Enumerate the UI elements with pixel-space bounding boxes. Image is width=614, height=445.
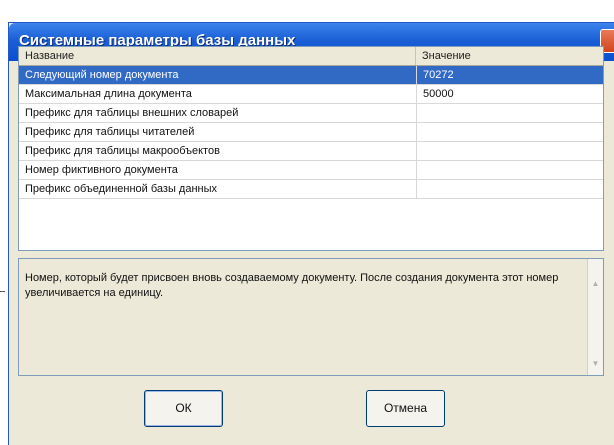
- row-name: Префикс для таблицы макрообъектов: [25, 145, 220, 157]
- table-row-fictive-doc-number[interactable]: Номер фиктивного документа: [19, 161, 603, 180]
- column-header-name[interactable]: Название: [19, 47, 416, 65]
- table-row-readers-prefix[interactable]: Префикс для таблицы читателей: [19, 123, 603, 142]
- table-row-external-dict-prefix[interactable]: Префикс для таблицы внешних словарей: [19, 104, 603, 123]
- parameters-grid: Название Значение Следующий номер докуме…: [18, 46, 604, 251]
- description-panel: Номер, который будет присвоен вновь созд…: [18, 258, 604, 376]
- row-value[interactable]: [416, 104, 603, 122]
- row-name: Максимальная длина документа: [25, 88, 192, 100]
- ok-button[interactable]: ОК: [144, 390, 223, 427]
- row-name: Префикс для таблицы читателей: [25, 126, 195, 138]
- cancel-button[interactable]: Отмена: [366, 390, 445, 427]
- table-row-macroobjects-prefix[interactable]: Префикс для таблицы макрообъектов: [19, 142, 603, 161]
- scroll-down-arrow-icon[interactable]: ▼: [589, 357, 602, 371]
- row-name: Номер фиктивного документа: [25, 164, 178, 176]
- table-row-merged-db-prefix[interactable]: Префикс объединенной базы данных: [19, 180, 603, 199]
- table-row-max-doc-length[interactable]: Максимальная длина документа 50000: [19, 85, 603, 104]
- row-name: Префикс для таблицы внешних словарей: [25, 107, 239, 119]
- description-text: Номер, который будет присвоен вновь созд…: [25, 272, 559, 299]
- row-value[interactable]: 50000: [416, 85, 603, 103]
- grid-header: Название Значение: [19, 47, 603, 66]
- row-value[interactable]: [416, 142, 603, 160]
- row-name: Следующий номер документа: [25, 69, 179, 81]
- row-value[interactable]: 70272: [416, 66, 603, 84]
- description-scrollbar[interactable]: ▲ ▼: [587, 259, 603, 375]
- column-header-value[interactable]: Значение: [416, 47, 603, 65]
- row-value[interactable]: [416, 161, 603, 179]
- row-value[interactable]: [416, 123, 603, 141]
- row-name: Префикс объединенной базы данных: [25, 183, 217, 195]
- scroll-up-arrow-icon[interactable]: ▲: [589, 277, 602, 291]
- table-row-next-doc-number[interactable]: Следующий номер документа 70272: [19, 66, 603, 85]
- row-value[interactable]: [416, 180, 603, 198]
- left-edge-tick: [0, 291, 5, 292]
